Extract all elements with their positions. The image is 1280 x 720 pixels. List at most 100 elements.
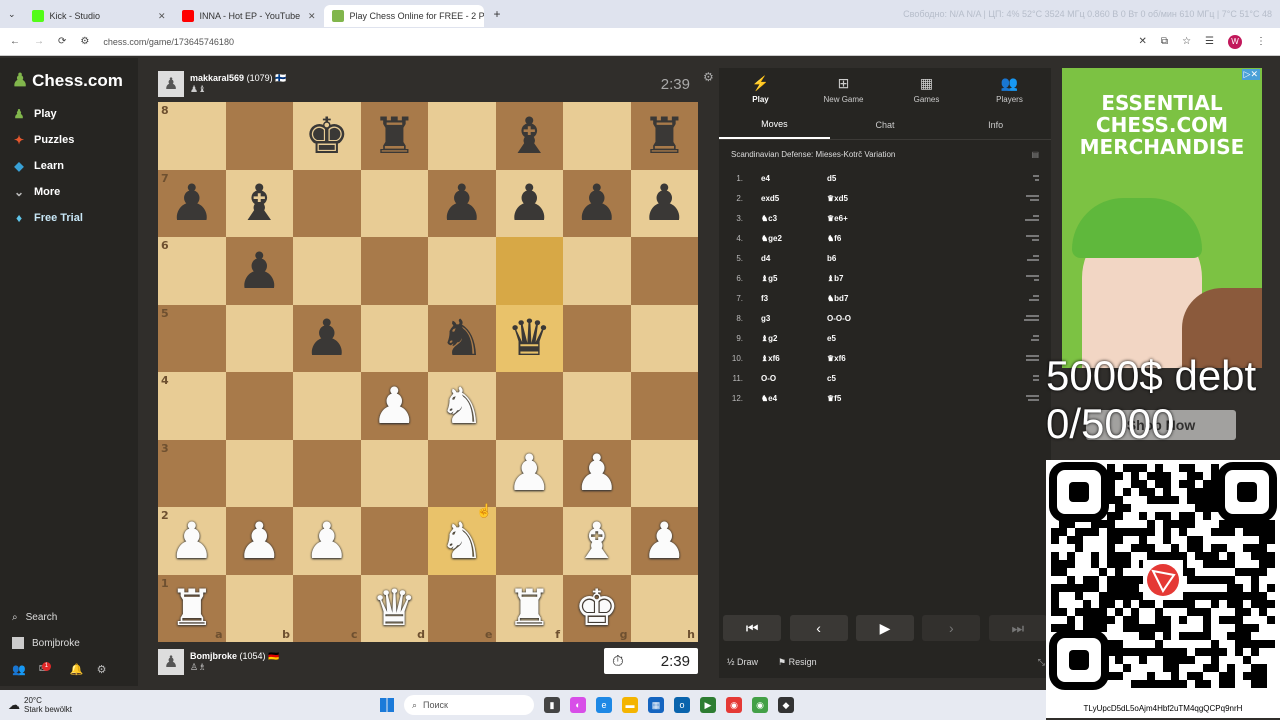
folder-icon[interactable]: ▬	[622, 697, 638, 713]
square-e3[interactable]	[428, 439, 496, 507]
white-pawn-icon[interactable]: ♟	[304, 516, 349, 566]
square-c3[interactable]	[293, 439, 361, 507]
white-pawn-icon[interactable]: ♟	[237, 516, 282, 566]
opponent-avatar[interactable]: ♟	[158, 71, 184, 97]
square-a1[interactable]: 1 a ♜	[158, 574, 226, 642]
square-g3[interactable]: ♟	[563, 439, 631, 507]
taskbar-search[interactable]: ⌕ Поиск	[404, 695, 534, 715]
play-button[interactable]: ▶	[855, 615, 914, 641]
white-move[interactable]: ♝g2	[761, 334, 827, 343]
white-pawn-icon[interactable]: ♟	[574, 448, 619, 498]
black-move[interactable]: ♞bd7	[827, 294, 997, 303]
subtab-info[interactable]: Info	[940, 110, 1051, 139]
file-icon[interactable]: ▮	[544, 697, 560, 713]
square-b1[interactable]: b	[225, 574, 293, 642]
chrome-active-icon[interactable]: ◉	[752, 697, 768, 713]
square-b3[interactable]	[225, 439, 293, 507]
square-d7[interactable]	[360, 169, 428, 237]
square-b8[interactable]	[225, 102, 293, 170]
next-move-button[interactable]: ›	[922, 615, 981, 641]
store-icon[interactable]: ▦	[648, 697, 664, 713]
square-g7[interactable]: ♟	[563, 169, 631, 237]
tab-new-game[interactable]: ⊞ New Game	[802, 68, 885, 110]
subtab-moves[interactable]: Moves	[719, 110, 830, 139]
outlook-icon[interactable]: o	[674, 697, 690, 713]
square-f6[interactable]	[495, 237, 563, 305]
square-f3[interactable]: ♟	[495, 439, 563, 507]
black-pawn-icon[interactable]: ♟	[439, 178, 484, 228]
square-e6[interactable]	[428, 237, 496, 305]
square-g5[interactable]	[563, 304, 631, 372]
black-knight-icon[interactable]: ♞	[439, 313, 484, 363]
black-king-icon[interactable]: ♚	[304, 111, 349, 161]
square-e1[interactable]: e	[428, 574, 496, 642]
white-move[interactable]: d4	[761, 254, 827, 263]
square-a3[interactable]: 3	[158, 439, 226, 507]
black-move[interactable]: O-O-O	[827, 314, 997, 323]
windows-start-icon[interactable]	[380, 698, 394, 712]
white-move[interactable]: g3	[761, 314, 827, 323]
close-icon[interactable]: ✕	[308, 11, 316, 22]
white-move[interactable]: ♝xf6	[761, 354, 827, 363]
square-d3[interactable]	[360, 439, 428, 507]
merch-ad[interactable]: ESSENTIAL CHESS.COM MERCHANDISE ▷✕	[1062, 68, 1262, 368]
square-f8[interactable]: ♝	[495, 102, 563, 170]
bookmark-star-icon[interactable]: ☆	[1182, 36, 1191, 47]
browser-tab-kick[interactable]: Kick - Studio ✕	[24, 5, 174, 27]
square-c2[interactable]: ♟	[293, 507, 361, 575]
messages-icon[interactable]: ✉1	[39, 662, 57, 676]
sidebar-item-free-trial[interactable]: ♦ Free Trial	[0, 205, 138, 231]
square-a2[interactable]: 2 ♟	[158, 507, 226, 575]
menu-kebab-icon[interactable]: ⋮	[1256, 36, 1266, 47]
square-a4[interactable]: 4	[158, 372, 226, 440]
square-c7[interactable]	[293, 169, 361, 237]
square-g4[interactable]	[563, 372, 631, 440]
sidebar-item-play[interactable]: ♟ Play	[0, 101, 138, 127]
white-queen-icon[interactable]: ♛	[372, 583, 417, 633]
friends-icon[interactable]: 👥	[12, 663, 26, 676]
white-king-icon[interactable]: ♚	[574, 583, 619, 633]
sidebar-item-learn[interactable]: ◆ Learn	[0, 153, 138, 179]
square-b2[interactable]: ♟	[225, 507, 293, 575]
black-move[interactable]: ♛xd5	[827, 194, 997, 203]
chesscom-logo[interactable]: ♟ Chess.com	[0, 58, 138, 91]
subtab-chat[interactable]: Chat	[830, 110, 941, 139]
black-pawn-icon[interactable]: ♟	[642, 178, 687, 228]
white-move[interactable]: ♝g5	[761, 274, 827, 283]
square-d8[interactable]: ♜	[360, 102, 428, 170]
mute-icon[interactable]: ✕	[1139, 36, 1147, 47]
square-g1[interactable]: g ♚	[563, 574, 631, 642]
white-pawn-icon[interactable]: ♟	[169, 516, 214, 566]
new-tab-icon[interactable]: +	[484, 7, 511, 21]
square-f7[interactable]: ♟	[495, 169, 563, 237]
black-bishop-icon[interactable]: ♝	[507, 111, 552, 161]
black-move[interactable]: d5	[827, 174, 997, 183]
black-pawn-icon[interactable]: ♟	[237, 246, 282, 296]
square-h4[interactable]	[630, 372, 698, 440]
browser-tab-youtube[interactable]: INNA - Hot EP - YouTube ✕	[174, 5, 324, 27]
black-queen-icon[interactable]: ♛	[507, 313, 552, 363]
black-move[interactable]: ♞f6	[827, 234, 997, 243]
tab-players[interactable]: 👥 Players	[968, 68, 1051, 110]
white-move[interactable]: ♞ge2	[761, 234, 827, 243]
bell-icon[interactable]: 🔔	[70, 663, 84, 676]
black-pawn-icon[interactable]: ♟	[574, 178, 619, 228]
square-a8[interactable]: 8	[158, 102, 226, 170]
black-pawn-icon[interactable]: ♟	[304, 313, 349, 363]
site-info-icon[interactable]: ⚙	[80, 36, 89, 47]
square-g2[interactable]: ♝	[563, 507, 631, 575]
white-move[interactable]: exd5	[761, 194, 827, 203]
black-move[interactable]: ♛f5	[827, 394, 997, 403]
white-knight-icon[interactable]: ♞	[439, 516, 484, 566]
white-move[interactable]: e4	[761, 174, 827, 183]
close-icon[interactable]: ✕	[158, 11, 166, 22]
white-move[interactable]: O-O	[761, 374, 827, 383]
white-knight-icon[interactable]: ♞	[439, 381, 484, 431]
square-g6[interactable]	[563, 237, 631, 305]
square-b6[interactable]: ♟	[225, 237, 293, 305]
black-pawn-icon[interactable]: ♟	[169, 178, 214, 228]
white-pawn-icon[interactable]: ♟	[507, 448, 552, 498]
square-h2[interactable]: ♟	[630, 507, 698, 575]
black-move[interactable]: b6	[827, 254, 997, 263]
square-a6[interactable]: 6	[158, 237, 226, 305]
